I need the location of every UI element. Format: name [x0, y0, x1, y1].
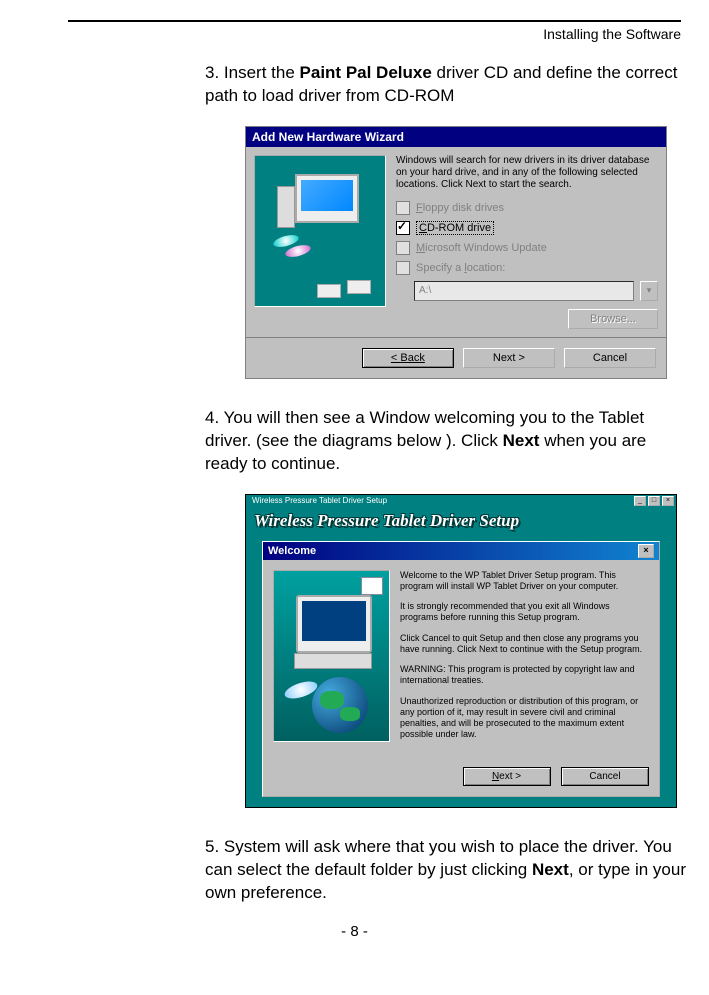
next-button[interactable]: Next >: [463, 348, 555, 368]
checkbox-cdrom[interactable]: [396, 221, 410, 235]
step3-text-a: Insert the: [224, 63, 300, 82]
opt-floppy-label: loppy disk drives: [423, 202, 504, 214]
back-button[interactable]: < Back: [362, 348, 454, 368]
wizard1-titlebar: Add New Hardware Wizard: [246, 127, 666, 147]
wizard2-topbar-title: Wireless Pressure Tablet Driver Setup: [248, 496, 632, 505]
checkbox-floppy[interactable]: [396, 201, 410, 215]
opt-floppy-u: F: [416, 202, 423, 214]
step-4: 4. You will then see a Window welcoming …: [205, 407, 689, 476]
opt-loc-b: ocation:: [467, 262, 506, 274]
location-dropdown-icon[interactable]: ▾: [640, 281, 658, 301]
opt-cdrom-label: D-ROM drive: [427, 222, 491, 234]
wizard2-topbar: Wireless Pressure Tablet Driver Setup _ …: [246, 495, 676, 507]
w2-p3: Click Cancel to quit Setup and then clos…: [400, 633, 649, 656]
w2-next-button[interactable]: Next >: [463, 767, 551, 786]
welcome-close-icon[interactable]: ×: [638, 544, 654, 558]
w2-cancel-button[interactable]: Cancel: [561, 767, 649, 786]
option-windows-update[interactable]: Microsoft Windows Update: [396, 241, 658, 255]
header-section: Installing the Software: [0, 26, 681, 42]
step3-num: 3.: [205, 63, 219, 82]
driver-setup-window: Wireless Pressure Tablet Driver Setup _ …: [245, 494, 677, 808]
option-cdrom[interactable]: CD-ROM drive: [396, 221, 658, 235]
browse-button[interactable]: Browse...: [568, 309, 658, 329]
page-number: - 8 -: [0, 923, 709, 940]
opt-update-label: icrosoft Windows Update: [425, 242, 547, 254]
option-floppy[interactable]: Floppy disk drives: [396, 201, 658, 215]
w2-p1: Welcome to the WP Tablet Driver Setup pr…: [400, 570, 649, 593]
w2-p4: WARNING: This program is protected by co…: [400, 664, 649, 687]
add-hardware-wizard: Add New Hardware Wizard Windows will sea…: [245, 126, 667, 379]
opt-loc-a: Specify a: [416, 262, 464, 274]
header-rule: [68, 20, 681, 22]
step4-num: 4.: [205, 408, 219, 427]
step4-bold: Next: [503, 431, 540, 450]
wizard1-intro: Windows will search for new drivers in i…: [396, 155, 658, 191]
step-3: 3. Insert the Paint Pal Deluxe driver CD…: [205, 62, 689, 108]
wizard2-body-text: Welcome to the WP Tablet Driver Setup pr…: [400, 570, 649, 750]
checkbox-update[interactable]: [396, 241, 410, 255]
close-icon[interactable]: ×: [662, 496, 674, 506]
wizard1-illustration: [254, 155, 386, 307]
location-input[interactable]: A:\: [414, 281, 634, 301]
wizard2-title: Wireless Pressure Tablet Driver Setup: [254, 511, 519, 530]
wizard2-illustration: [273, 570, 390, 742]
minimize-icon[interactable]: _: [634, 496, 646, 506]
opt-cdrom-u: C: [419, 222, 427, 234]
w2-p2: It is strongly recommended that you exit…: [400, 601, 649, 624]
step5-bold: Next: [532, 860, 569, 879]
w2-p5: Unauthorized reproduction or distributio…: [400, 696, 649, 741]
checkbox-location[interactable]: [396, 261, 410, 275]
cancel-button[interactable]: Cancel: [564, 348, 656, 368]
step-5: 5. System will ask where that you wish t…: [205, 836, 689, 905]
step5-num: 5.: [205, 837, 219, 856]
opt-update-u: M: [416, 242, 425, 254]
option-specify-location[interactable]: Specify a location:: [396, 261, 658, 275]
maximize-icon[interactable]: □: [648, 496, 660, 506]
step3-bold: Paint Pal Deluxe: [300, 63, 432, 82]
welcome-titlebar: Welcome ×: [263, 542, 659, 560]
welcome-title: Welcome: [268, 545, 316, 557]
